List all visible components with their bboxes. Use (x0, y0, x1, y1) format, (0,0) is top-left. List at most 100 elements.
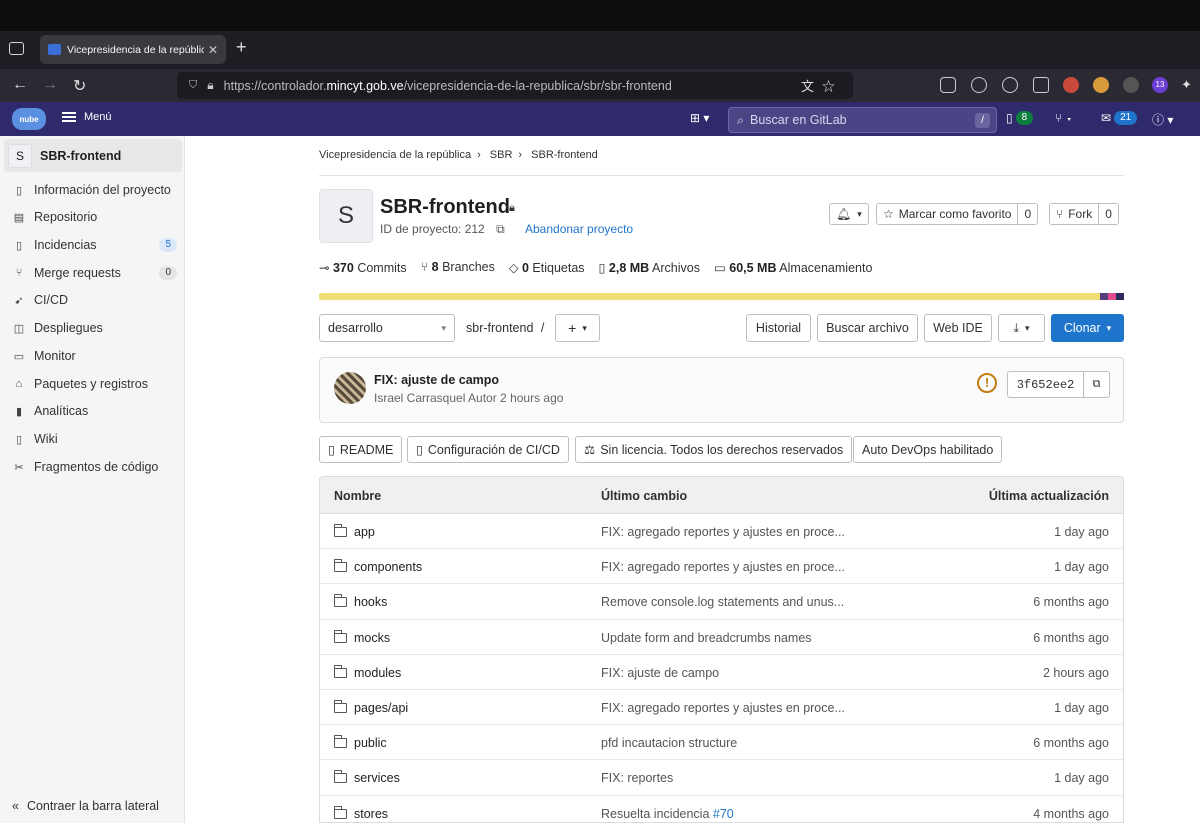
file-name-link[interactable]: pages/api (334, 699, 408, 715)
sidebar-item-analytics[interactable]: ▮ Analíticas (12, 401, 177, 421)
extensions-puzzle-icon[interactable] (1033, 77, 1049, 93)
pipeline-warning-icon[interactable]: ! (977, 373, 997, 393)
sidebar-item-merge-requests[interactable]: ⑂ Merge requests 0 (12, 263, 177, 283)
copy-sha-icon[interactable]: ⧉ (1083, 372, 1109, 397)
sidebar-item-project-info[interactable]: ▯ Información del proyecto (12, 180, 177, 200)
nube-logo[interactable]: nube (12, 108, 46, 130)
extension-icon-1[interactable] (1002, 77, 1018, 93)
browser-tab[interactable]: Vicepresidencia de la república ✕ (40, 35, 226, 64)
stat-files[interactable]: ▯ 2,8 MB Archivos (599, 260, 700, 275)
extension-icon-2[interactable] (1063, 77, 1079, 93)
sidebar-item-snippets[interactable]: ✂ Fragmentos de código (12, 457, 177, 477)
cookie-icon[interactable] (1093, 77, 1109, 93)
private-lock-icon: 🔒︎ (509, 202, 515, 214)
commit-link[interactable]: FIX: agregado reportes y ajustes en proc… (601, 525, 845, 539)
commit-link[interactable]: FIX: agregado reportes y ajustes en proc… (601, 701, 845, 715)
cicd-config-button[interactable]: ▯ Configuración de CI/CD (407, 436, 569, 463)
create-new-icon[interactable]: ⊞ ▾ (690, 111, 709, 125)
chip-label: README (339, 442, 394, 457)
stat-commits[interactable]: ⊸ 370 Commits (319, 260, 407, 275)
breadcrumb-item[interactable]: SBR-frontend (531, 149, 598, 161)
extension-icon-3[interactable] (1123, 77, 1139, 93)
commit-sha-text[interactable]: 3f652ee2 (1008, 378, 1083, 392)
commit-link[interactable]: FIX: agregado reportes y ajustes en proc… (601, 560, 845, 574)
plus-icon: + (568, 320, 577, 336)
last-commit-panel: FIX: ajuste de campo Israel Carrasquel A… (319, 357, 1124, 423)
commit-link[interactable]: pfd incautacion structure (601, 736, 737, 750)
issue-link[interactable]: #70 (713, 807, 734, 821)
license-button[interactable]: ⚖ Sin licencia. Todos los derechos reserv… (575, 436, 853, 463)
file-icon: ▯ (598, 261, 606, 275)
collapse-sidebar-button[interactable]: « Contraer la barra lateral (12, 799, 159, 813)
back-icon[interactable]: ← (12, 76, 28, 94)
divider (319, 175, 1124, 176)
sidebar-item-deployments[interactable]: ◫ Despliegues (12, 318, 177, 338)
help-button[interactable]: ⓘ ▾ (1152, 111, 1173, 128)
commit-link[interactable]: Resuelta incidencia #70 (601, 807, 734, 821)
file-name-link[interactable]: mocks (334, 629, 390, 645)
sidebar-item-packages[interactable]: ⌂ Paquetes y registros (12, 374, 177, 394)
commit-link[interactable]: FIX: ajuste de campo (601, 666, 719, 680)
stat-storage[interactable]: ▭ 60,5 MB Almacenamiento (714, 260, 872, 275)
new-tab-icon[interactable]: + (236, 37, 247, 58)
file-name-link[interactable]: app (334, 524, 375, 539)
issues-nav-button[interactable]: ▯ 8 (1006, 111, 1034, 125)
breadcrumb-item[interactable]: Vicepresidencia de la república (319, 149, 471, 161)
commit-link[interactable]: FIX: reportes (601, 771, 673, 785)
add-file-dropdown[interactable]: + ▾ (555, 314, 600, 342)
auto-devops-button[interactable]: Auto DevOps habilitado (853, 436, 1003, 463)
sidebar-item-cicd[interactable]: ➹ CI/CD (12, 290, 177, 310)
stat-tags[interactable]: ◇ 0 Etiquetas (509, 260, 585, 275)
history-button[interactable]: Historial (746, 314, 811, 342)
author-avatar[interactable] (334, 372, 366, 404)
clone-label: Clonar (1063, 321, 1101, 335)
find-file-button[interactable]: Buscar archivo (817, 314, 918, 342)
leave-project-link[interactable]: Abandonar proyecto (525, 222, 633, 236)
translate-and-bookmark-icons[interactable]: 文☆ (801, 76, 843, 95)
commit-link[interactable]: Update form and breadcrumbs names (601, 631, 812, 645)
file-name-link[interactable]: stores (334, 805, 388, 821)
repository-languages-bar[interactable] (319, 293, 1124, 300)
star-button[interactable]: ☆ Marcar como favorito 0 (876, 203, 1039, 225)
tab-list-icon[interactable] (9, 42, 24, 55)
web-ide-button[interactable]: Web IDE (924, 314, 992, 342)
notifications-button[interactable]: 🔔︎ ▾ (829, 203, 869, 225)
reload-icon[interactable]: ↻ (73, 76, 86, 96)
file-name-link[interactable]: public (334, 735, 387, 750)
file-name-link[interactable]: hooks (334, 594, 387, 609)
branch-selector[interactable]: desarrollo ▾ (319, 314, 455, 342)
copy-id-icon[interactable]: ⧉ (496, 222, 505, 236)
sidebar-project[interactable]: S SBR-frontend (4, 139, 182, 172)
search-input[interactable]: ⌕ Buscar en GitLab / (728, 107, 997, 133)
breadcrumb-item[interactable]: SBR (490, 149, 513, 161)
sidebar-item-issues[interactable]: ▯ Incidencias 5 (12, 235, 177, 255)
sidebar-item-wiki[interactable]: ▯ Wiki (12, 429, 177, 449)
extension-badge-icon[interactable]: 13 (1152, 77, 1168, 93)
file-name-link[interactable]: modules (334, 664, 401, 680)
readme-button[interactable]: ▯ README (319, 436, 403, 463)
commit-link[interactable]: Remove console.log statements and unus..… (601, 595, 844, 609)
todos-nav-button[interactable]: ✉ 21 (1101, 111, 1138, 125)
branch-icon: ⑂ (420, 260, 429, 274)
stat-branches[interactable]: ⑂ 8 Branches (421, 260, 495, 275)
close-tab-icon[interactable]: ✕ (208, 43, 218, 57)
updated-at: 4 months ago (1033, 806, 1109, 821)
clone-button[interactable]: Clonar ▾ (1051, 314, 1124, 342)
address-bar[interactable]: ⛉ 🔒︎ https://controlador. mincyt.gob.ve/v… (177, 72, 853, 99)
folder-icon (334, 770, 347, 784)
file-name-link[interactable]: services (334, 770, 400, 785)
sidebar-item-monitor[interactable]: ▭ Monitor (12, 346, 177, 366)
pocket-icon[interactable] (940, 77, 956, 93)
download-dropdown[interactable]: ⤓ ▾ (998, 314, 1045, 342)
sidebar-item-label: Analíticas (34, 404, 89, 418)
repo-path-root[interactable]: sbr-frontend (466, 321, 533, 335)
file-name-link[interactable]: components (334, 559, 422, 574)
sidebar-item-repository[interactable]: ▤ Repositorio (12, 207, 177, 227)
account-icon[interactable] (971, 77, 987, 93)
forward-icon[interactable]: → (42, 76, 58, 94)
menu-button[interactable]: Menú (62, 111, 112, 123)
merge-requests-nav-button[interactable]: ⑂ ▾ (1055, 111, 1073, 125)
commit-message[interactable]: FIX: ajuste de campo (374, 373, 499, 387)
extension-icon-4[interactable]: ✦ (1181, 77, 1197, 93)
fork-button[interactable]: ⑂ Fork 0 (1049, 203, 1119, 225)
